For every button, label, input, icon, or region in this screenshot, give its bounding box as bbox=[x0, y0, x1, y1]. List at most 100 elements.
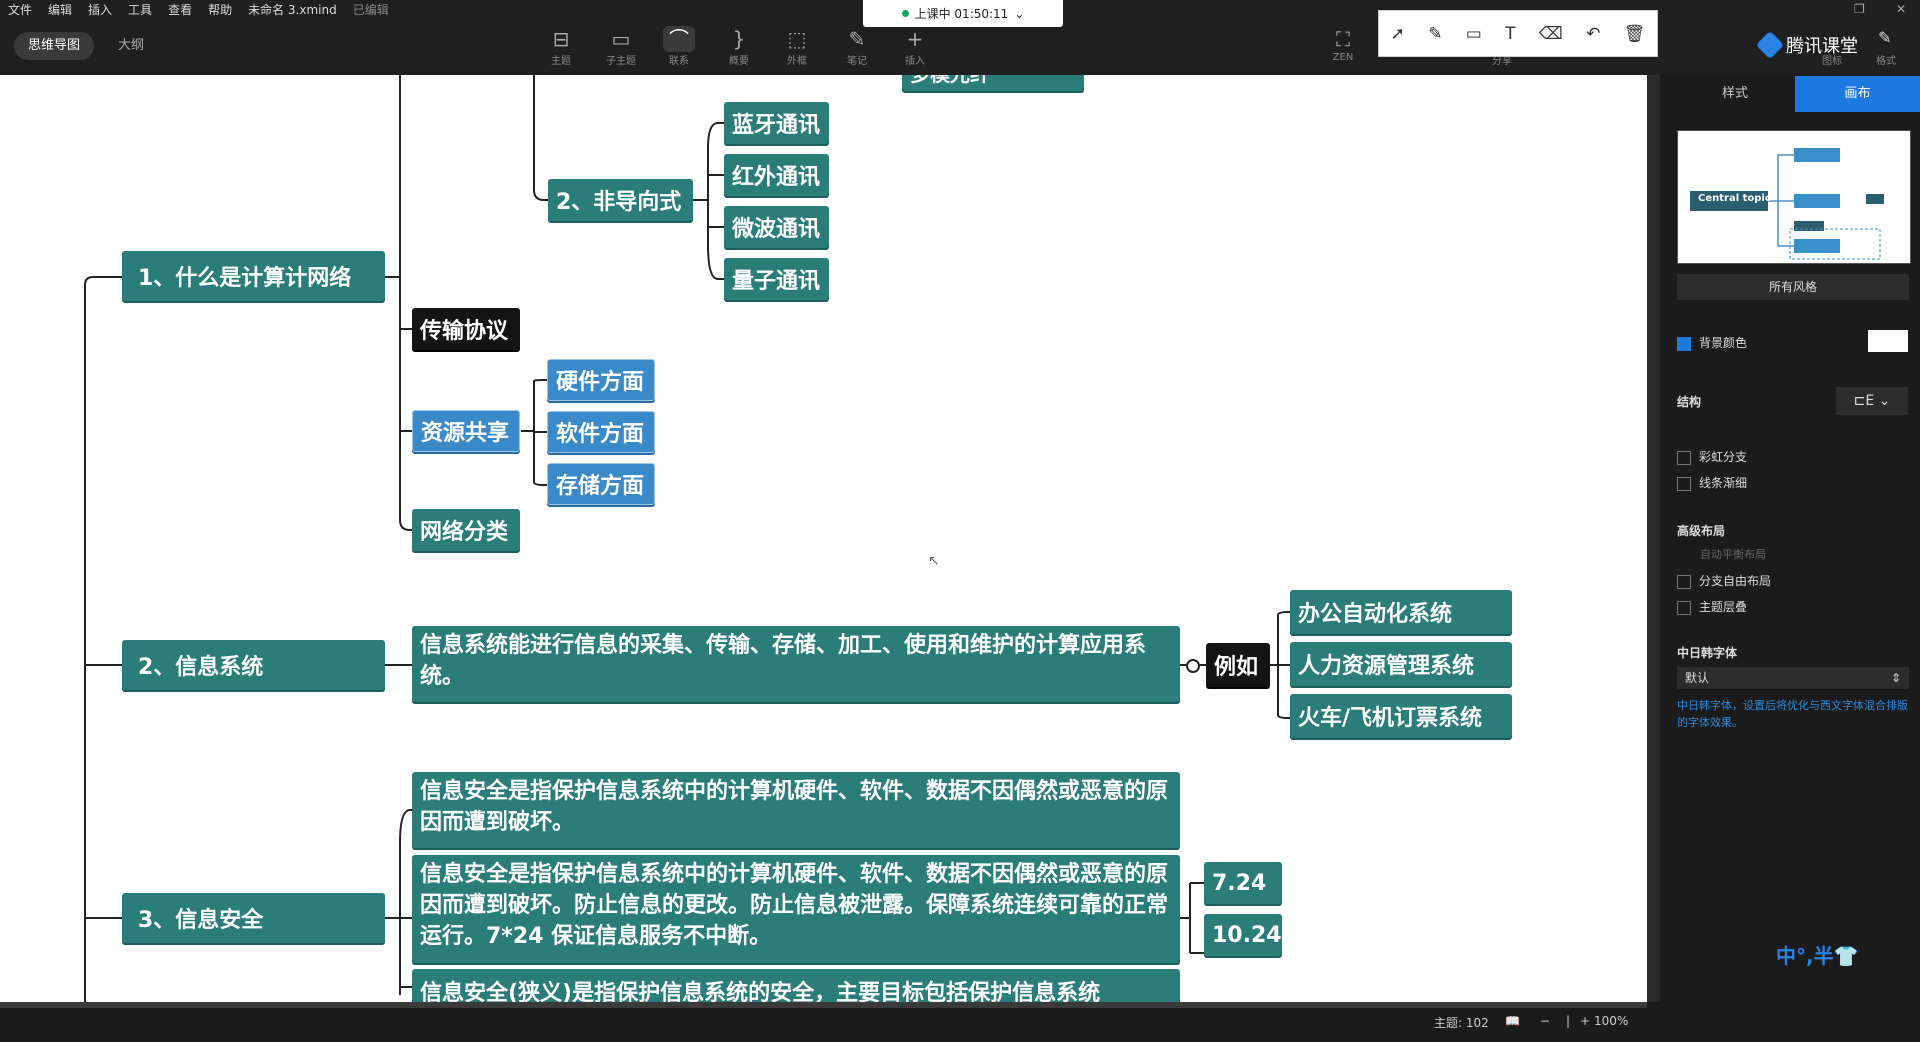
topic-infrared[interactable]: 红外通讯 bbox=[724, 154, 829, 196]
partial-topic-multimode-fiber[interactable]: 多模光纤 bbox=[902, 75, 1084, 91]
toolbar-relationship-button[interactable]: ⌒ 联系 bbox=[654, 26, 704, 72]
cjk-font-select[interactable]: 默认 ⇕ bbox=[1677, 667, 1909, 689]
toolbar-note-button[interactable]: ✎ 笔记 bbox=[832, 26, 882, 72]
zen-button[interactable]: ⛶ ZEN bbox=[1318, 26, 1368, 72]
checkbox-checked-icon[interactable] bbox=[1677, 336, 1691, 351]
summary-icon: } bbox=[732, 27, 746, 51]
topic-storage[interactable]: 存储方面 bbox=[547, 463, 655, 505]
eraser-icon[interactable]: ⌫ bbox=[1539, 24, 1563, 44]
brush-icon[interactable]: ✎ bbox=[1878, 28, 1891, 47]
toolbar-insert-button[interactable]: + 插入 bbox=[890, 26, 940, 72]
topic-resource-sharing[interactable]: 资源共享 bbox=[412, 410, 520, 452]
undo-icon[interactable]: ↶ bbox=[1586, 24, 1600, 44]
zoom-in-icon[interactable]: + bbox=[1580, 1014, 1590, 1028]
mindmap-canvas[interactable]: 多模光纤 1、什么是计算计网络 2、非导向式 蓝牙通讯 红外通讯 微波通讯 量子… bbox=[0, 75, 1647, 1002]
topic-transmission-protocol[interactable]: 传输协议 bbox=[412, 308, 520, 350]
toolbar-label: 插入 bbox=[905, 56, 925, 67]
topic-overlap-option[interactable]: 主题层叠 bbox=[1677, 598, 1747, 615]
vertical-scrollbar[interactable] bbox=[1647, 75, 1660, 1002]
line-taper-option[interactable]: 线条渐细 bbox=[1677, 474, 1747, 491]
menu-insert[interactable]: 插入 bbox=[80, 0, 120, 20]
chevron-down-icon: ⌄ bbox=[1014, 6, 1025, 21]
text-icon[interactable]: T bbox=[1505, 24, 1515, 44]
structure-select[interactable]: ⊏E ⌄ bbox=[1836, 387, 1908, 415]
topic-date-7-24[interactable]: 7.24 bbox=[1204, 862, 1282, 904]
checkbox-icon[interactable] bbox=[1677, 600, 1691, 615]
checkbox-icon[interactable] bbox=[1677, 450, 1691, 465]
restore-icon[interactable]: ❐ bbox=[1854, 2, 1865, 16]
topic-network-classification[interactable]: 网络分类 bbox=[412, 509, 520, 551]
pointer-icon[interactable]: ➚ bbox=[1391, 24, 1405, 44]
topic-date-10-24[interactable]: 10.24 bbox=[1204, 914, 1282, 956]
rainbow-branch-option[interactable]: 彩虹分支 bbox=[1677, 448, 1747, 465]
topic-security-definition-3[interactable]: 信息安全(狭义)是指保护信息系统的安全，主要目标包括保护信息系统 bbox=[412, 969, 1180, 1002]
note-icon: ✎ bbox=[848, 27, 866, 51]
tab-canvas[interactable]: 画布 bbox=[1795, 76, 1920, 112]
brand: 腾讯课堂 bbox=[1755, 30, 1858, 60]
updown-icon: ⇕ bbox=[1890, 671, 1901, 685]
toolbar-label: 子主题 bbox=[606, 56, 636, 67]
child-topic-icon: ▭ bbox=[611, 27, 631, 51]
topic-security-definition-1[interactable]: 信息安全是指保护信息系统中的计算机硬件、软件、数据不因偶然或恶意的原因而遭到破坏… bbox=[412, 772, 1180, 848]
toolbar-summary-button[interactable]: } 概要 bbox=[714, 26, 764, 72]
live-class-indicator[interactable]: 上课中 01:50:11 ⌄ bbox=[863, 0, 1063, 27]
menu-file[interactable]: 文件 bbox=[0, 0, 40, 20]
free-layout-option[interactable]: 分支自由布局 bbox=[1677, 572, 1771, 589]
status-bar: 主题: 102 📖 − | + 100% bbox=[0, 1002, 1920, 1042]
tab-mindmap[interactable]: 思维导图 bbox=[14, 32, 95, 60]
topic-security-definition-2[interactable]: 信息安全是指保护信息系统中的计算机硬件、软件、数据不因偶然或恶意的原因而遭到破坏… bbox=[412, 855, 1180, 963]
topic-count: 主题: 102 bbox=[1434, 1016, 1489, 1030]
toolbar-label: 联系 bbox=[669, 56, 689, 67]
book-icon[interactable]: 📖 bbox=[1505, 1014, 1520, 1028]
menu-help[interactable]: 帮助 bbox=[200, 0, 240, 20]
main-topic-information-system[interactable]: 2、信息系统 bbox=[122, 640, 385, 690]
bg-color-swatch[interactable] bbox=[1868, 330, 1908, 352]
topic-hardware[interactable]: 硬件方面 bbox=[547, 359, 655, 401]
topic-office-automation[interactable]: 办公自动化系统 bbox=[1290, 590, 1512, 634]
pen-icon[interactable]: ✎ bbox=[1428, 24, 1442, 44]
cjk-font-label: 中日韩字体 bbox=[1677, 646, 1738, 660]
main-topic-what-is-network[interactable]: 1、什么是计算计网络 bbox=[122, 251, 385, 301]
topic-info-system-definition[interactable]: 信息系统能进行信息的采集、传输、存储、加工、使用和维护的计算应用系统。 bbox=[412, 626, 1180, 702]
checkbox-icon[interactable] bbox=[1677, 574, 1691, 589]
zen-label: ZEN bbox=[1332, 52, 1354, 63]
toolbar-boundary-button[interactable]: ⬚ 外框 bbox=[772, 26, 822, 72]
menu-view[interactable]: 查看 bbox=[160, 0, 200, 20]
checkbox-icon[interactable] bbox=[1677, 476, 1691, 491]
topic-ticket-booking[interactable]: 火车/飞机订票系统 bbox=[1290, 694, 1512, 738]
ime-indicator[interactable]: 中°,半👕 bbox=[1776, 940, 1859, 969]
format-tab-label[interactable]: 格式 bbox=[1876, 52, 1896, 67]
horizontal-scrollbar[interactable] bbox=[0, 1002, 1647, 1008]
boundary-icon: ⬚ bbox=[787, 27, 807, 51]
topic-software[interactable]: 软件方面 bbox=[547, 411, 655, 453]
rectangle-icon[interactable]: ▭ bbox=[1466, 24, 1482, 44]
thumbnail-central-topic: Central topic bbox=[1698, 193, 1771, 204]
main-topic-information-security[interactable]: 3、信息安全 bbox=[122, 893, 385, 943]
toolbar-subtopic-button[interactable]: ▭ 子主题 bbox=[596, 26, 646, 72]
topic-microwave[interactable]: 微波通讯 bbox=[724, 206, 829, 248]
topic-non-guided[interactable]: 2、非导向式 bbox=[548, 179, 693, 221]
zoom-slider-divider[interactable]: | bbox=[1566, 1014, 1570, 1028]
zoom-level: 100% bbox=[1594, 1014, 1629, 1028]
bg-color-option[interactable]: 背景颜色 bbox=[1677, 334, 1747, 351]
toolbar-topic-button[interactable]: ⊟ 主题 bbox=[536, 26, 586, 72]
topic-hr-management[interactable]: 人力资源管理系统 bbox=[1290, 642, 1512, 686]
tab-style[interactable]: 样式 bbox=[1675, 76, 1795, 112]
topic-quantum[interactable]: 量子通讯 bbox=[724, 258, 829, 300]
topic-for-example[interactable]: 例如 bbox=[1206, 643, 1270, 687]
relationship-icon: ⌒ bbox=[663, 26, 695, 52]
annotation-toolbar: ➚ ✎ ▭ T ⌫ ↶ 🗑 bbox=[1378, 10, 1658, 57]
all-styles-button[interactable]: 所有风格 bbox=[1677, 274, 1909, 300]
topic-overlap-label: 主题层叠 bbox=[1699, 600, 1748, 614]
rainbow-label: 彩虹分支 bbox=[1699, 450, 1748, 464]
topic-bluetooth[interactable]: 蓝牙通讯 bbox=[724, 102, 829, 144]
menu-edit[interactable]: 编辑 bbox=[40, 0, 80, 20]
style-thumbnail[interactable]: Central topic bbox=[1677, 130, 1911, 264]
clear-icon[interactable]: 🗑 bbox=[1624, 24, 1646, 44]
live-dot-icon bbox=[901, 10, 909, 17]
collapse-toggle-icon[interactable] bbox=[1186, 659, 1200, 673]
close-icon[interactable]: ✕ bbox=[1896, 2, 1906, 16]
zoom-out-icon[interactable]: − bbox=[1540, 1014, 1550, 1028]
tab-outline[interactable]: 大纲 bbox=[104, 32, 158, 60]
menu-tools[interactable]: 工具 bbox=[120, 0, 160, 20]
